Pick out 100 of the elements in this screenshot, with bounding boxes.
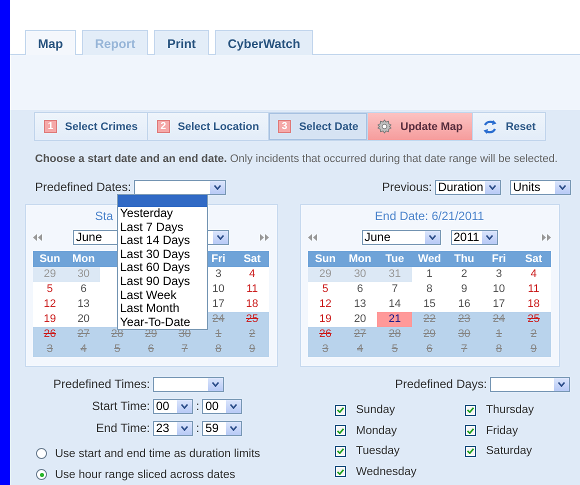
calendar-day[interactable]: 11 [516,282,551,297]
minute-select[interactable]: 00 [202,398,242,414]
calendar-day[interactable]: 12 [33,297,67,312]
chevron-icon [217,234,224,240]
calendar-day[interactable]: 20 [66,312,100,327]
predefined-days-select[interactable] [490,376,570,392]
calendar-day[interactable]: 10 [482,282,516,297]
checkbox[interactable] [335,425,346,436]
predefined-times-select[interactable] [153,376,224,392]
calendar-day[interactable]: 19 [33,312,67,327]
chevron-icon [559,184,566,190]
calendar-day[interactable]: 18 [516,297,551,312]
check-icon [467,407,474,414]
checkbox[interactable] [335,404,346,416]
calendar-day[interactable]: 21 [377,312,412,327]
check-icon [337,407,344,414]
calendar-title: Sta [95,209,114,223]
units-select[interactable]: Units [510,180,571,194]
calendar-day[interactable]: 17 [482,297,516,312]
calendar-day[interactable]: 16 [446,297,482,312]
weekday-header: Fri [482,251,516,267]
checkbox[interactable] [465,446,476,457]
field-label: Start Time: [90,399,151,413]
gear-icon [377,119,392,134]
chevron-icon [181,426,188,430]
calendar-day[interactable]: 26 [33,327,67,342]
calendar-day[interactable]: 13 [342,297,378,312]
checkbox-label: Thursday [486,404,534,416]
step-button[interactable]: 2 Select Location [146,112,270,141]
field-label: Predefined Times: [52,377,151,391]
weekday-header: Sun [308,251,343,267]
calendar-day[interactable]: 4 [235,267,269,282]
minute-select[interactable]: 59 [202,420,242,436]
radio-button[interactable] [36,448,47,459]
step-number: 3 [278,120,292,133]
calendar-day[interactable]: 11 [235,282,269,297]
step-button[interactable]: Update Map [367,112,473,141]
calendar-day[interactable]: 6 [66,282,100,297]
checkbox[interactable] [335,466,346,478]
check-icon [467,428,474,434]
hour-select[interactable]: 23 [153,420,193,436]
time-separator: : [196,421,200,435]
checkbox[interactable] [465,404,476,416]
step-button[interactable]: Reset [472,112,546,141]
calendar-day[interactable]: 25 [235,312,269,327]
calendar-day[interactable]: 9 [446,282,482,297]
checkbox-label: Wednesday [356,466,417,478]
calendar-day[interactable]: 20 [342,312,378,327]
instruction-text: Choose a start date and an end date. Only incidents that occurred during that date range will be selected. [35,153,559,167]
tab[interactable]: CyberWatch [214,30,314,55]
radio-button[interactable] [36,469,47,480]
chevron-icon [212,382,219,386]
check-icon [467,448,474,454]
calendar-day[interactable]: 4 [516,267,551,282]
dropdown-option[interactable]: Yesterday [118,207,207,221]
calendar-day[interactable]: 25 [516,312,551,327]
tab[interactable]: Map [25,30,76,56]
predefined-dates-select[interactable] [134,180,226,194]
calendar-day[interactable]: 2 [446,267,482,282]
month-select[interactable]: June [362,230,440,244]
calendar-day[interactable]: 18 [235,297,269,312]
checkbox[interactable] [335,446,346,457]
checkbox-label: Saturday [486,445,532,458]
checkbox-label: Tuesday [356,445,400,458]
calendar-day[interactable]: 5 [33,282,67,297]
checkbox-label: Friday [486,424,518,437]
year-select[interactable]: 2011 [450,230,498,244]
chevron-icon [558,382,565,386]
calendar-day[interactable]: 12 [308,297,343,312]
chevron-icon [214,184,222,190]
calendar-day[interactable]: 26 [308,327,343,342]
step-number: 2 [156,120,170,133]
tab[interactable]: Print [154,30,209,55]
field-label: Predefined Dates: [35,180,132,194]
calendar-day[interactable]: 6 [342,282,378,297]
calendar-day[interactable]: 7 [377,282,412,297]
refresh-icon [482,118,498,134]
hour-select[interactable]: 00 [153,398,193,414]
step-button[interactable]: 1 Select Crimes [34,112,148,141]
step-button[interactable]: 3 Select Date [268,112,368,141]
calendar-day[interactable]: 19 [308,312,343,327]
radio-label: Use hour range sliced across dates [55,468,236,480]
calendar-day[interactable]: 5 [308,282,343,297]
chevron-icon [486,234,492,240]
chevron-icon [428,234,436,240]
duration-select[interactable]: Duration [435,180,501,194]
calendar-day[interactable]: 1 [412,267,447,282]
calendar-day[interactable]: 3 [482,267,516,282]
weekday-header: Thu [446,251,482,267]
checkbox[interactable] [465,425,476,436]
chevron-icon [489,184,496,190]
calendar-day[interactable]: 13 [66,297,100,312]
weekday-header: Sun [33,251,67,267]
calendar-day[interactable]: 14 [377,297,412,312]
calendar-day[interactable]: 8 [412,282,447,297]
weekday-header: Sat [516,251,551,267]
calendar-day[interactable]: 15 [412,297,447,312]
chevron-icon [181,404,188,408]
step-number: 1 [44,120,57,133]
previous-month-icon [308,234,317,240]
